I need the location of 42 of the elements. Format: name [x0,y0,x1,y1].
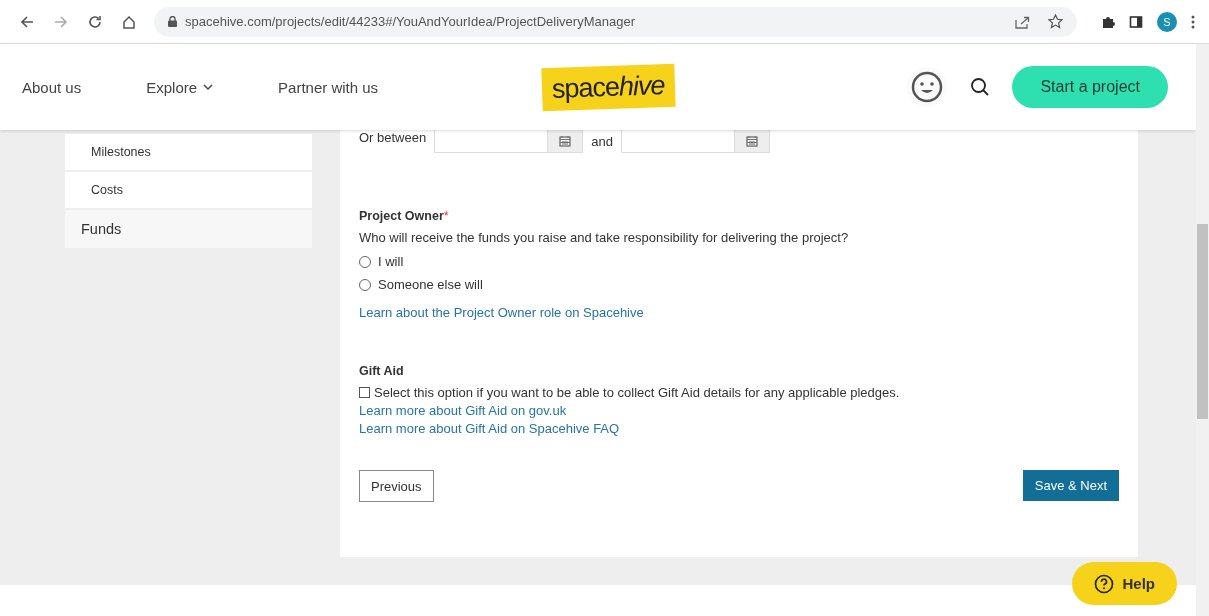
help-link[interactable]: Learn more about Gift Aid on gov.uk [359,403,567,418]
sidebar-item[interactable]: Costs [65,172,312,210]
lock-icon [168,16,177,27]
section-title: Project Owner [359,209,444,223]
save-next-button[interactable]: Save & Next [1022,470,1119,501]
nav-link[interactable]: About us [22,78,82,96]
date-joiner: and [591,134,613,149]
menu-icon[interactable] [1191,14,1195,29]
checkbox[interactable] [359,387,370,398]
help-button[interactable]: Help [1072,562,1177,605]
search-icon[interactable] [970,77,991,97]
profile-avatar[interactable]: S [1157,11,1177,32]
required-mark: * [443,209,449,223]
calendar-icon [745,134,758,147]
nav-link[interactable]: Explore [146,78,214,96]
nav-link[interactable]: Partner with us [278,78,379,96]
share-icon[interactable] [1015,14,1030,29]
date-field[interactable] [620,129,770,153]
home-icon[interactable] [122,14,136,29]
url-text: spacehive.com/projects/edit/44233#/YouAndYourIdea/ProjectDeliveryManager [185,14,635,29]
help-link[interactable]: Learn more about Gift Aid on Spacehive FAQ [359,421,620,436]
star-icon[interactable] [1048,14,1063,29]
date-range-label: Or between [359,130,427,145]
back-icon[interactable] [20,14,34,29]
sidebar-item[interactable]: Milestones [65,134,312,172]
question-text: Who will receive the funds you raise and take responsibility for delivering the project? [359,230,850,245]
start-project-button[interactable]: Start a project [1012,66,1168,108]
chevron-icon [203,83,214,91]
previous-button[interactable]: Previous [359,470,434,502]
reload-icon[interactable] [88,14,102,29]
help-link[interactable]: Learn about the Project Owner role on Spacehive [359,305,644,320]
calendar-icon [559,134,572,147]
side-panel-icon[interactable] [1129,14,1143,29]
date-field[interactable] [434,129,584,153]
puzzle-icon[interactable] [1101,14,1115,29]
option-label: Someone else will [378,277,483,292]
logo[interactable]: spacehive [541,63,676,111]
section-title: Gift Aid [359,364,404,378]
option-label: I will [378,254,404,269]
question-icon [1094,573,1115,594]
checkbox-label: Select this option if you want to be able to collect Gift Aid details for any applicable pledges. [374,385,900,400]
address-bar[interactable]: spacehive.com/projects/edit/44233#/YouAndYourIdea/ProjectDeliveryManager [154,6,1077,37]
